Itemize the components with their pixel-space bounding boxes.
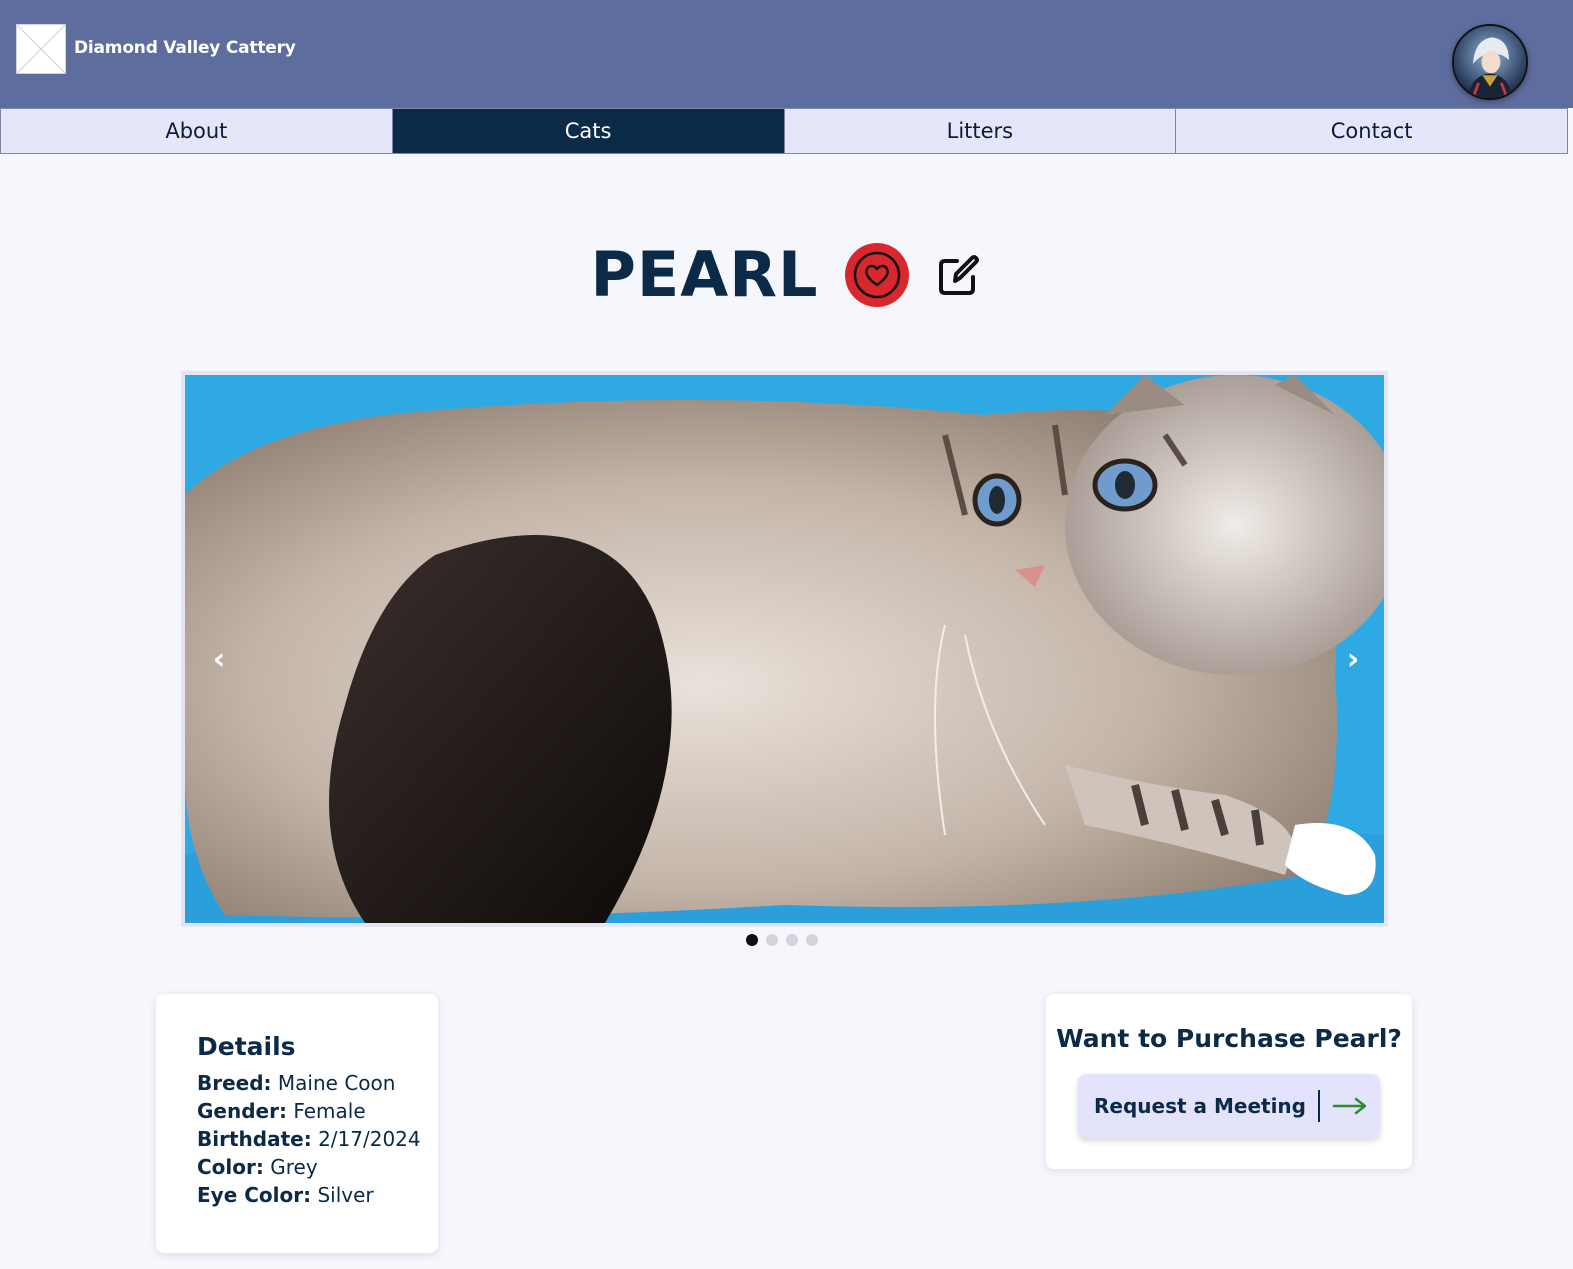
cat-photo <box>185 375 1384 923</box>
carousel-dot[interactable] <box>746 934 758 946</box>
detail-label: Birthdate: <box>197 1127 312 1151</box>
carousel-dot[interactable] <box>806 934 818 946</box>
request-meeting-label: Request a Meeting <box>1094 1094 1306 1118</box>
heart-icon <box>853 251 900 298</box>
detail-value: Maine Coon <box>277 1071 396 1095</box>
site-title[interactable]: Diamond Valley Cattery <box>74 38 296 58</box>
request-meeting-button[interactable]: Request a Meeting <box>1078 1074 1380 1138</box>
user-avatar[interactable] <box>1452 24 1528 100</box>
button-divider <box>1317 1090 1320 1122</box>
favorite-button[interactable] <box>844 242 909 307</box>
cat-title-row: PEARL <box>0 238 1573 311</box>
tab-contact[interactable]: Contact <box>1176 109 1567 153</box>
tab-about[interactable]: About <box>1 109 393 153</box>
detail-label: Breed: <box>197 1071 272 1095</box>
arrow-right-icon <box>1332 1096 1368 1116</box>
main-nav: About Cats Litters Contact <box>0 108 1568 154</box>
purchase-title: Want to Purchase Pearl? <box>1056 1024 1402 1053</box>
carousel-indicators <box>746 934 818 946</box>
detail-eye-color: Eye Color: Silver <box>197 1181 438 1209</box>
details-card: Details Breed: Maine Coon Gender: Female… <box>156 994 438 1253</box>
edit-button[interactable] <box>935 251 983 299</box>
chevron-left-icon[interactable]: ‹ <box>207 645 231 675</box>
tab-litters[interactable]: Litters <box>784 109 1177 153</box>
purchase-card: Want to Purchase Pearl? Request a Meetin… <box>1046 994 1412 1169</box>
site-header: Diamond Valley Cattery <box>0 0 1573 108</box>
detail-birthdate: Birthdate: 2/17/2024 <box>197 1125 438 1153</box>
tab-cats[interactable]: Cats <box>392 109 785 153</box>
photo-carousel[interactable]: ‹ › <box>181 371 1388 927</box>
broken-image-icon[interactable] <box>16 24 66 74</box>
detail-value: Female <box>293 1099 366 1123</box>
carousel-dot[interactable] <box>766 934 778 946</box>
detail-label: Gender: <box>197 1099 287 1123</box>
page-title: PEARL <box>590 238 819 311</box>
detail-label: Color: <box>197 1155 264 1179</box>
detail-breed: Breed: Maine Coon <box>197 1069 438 1097</box>
detail-value: Grey <box>270 1155 318 1179</box>
detail-gender: Gender: Female <box>197 1097 438 1125</box>
detail-label: Eye Color: <box>197 1183 312 1207</box>
detail-value: Silver <box>317 1183 374 1207</box>
chevron-right-icon[interactable]: › <box>1341 645 1365 675</box>
edit-icon <box>938 254 979 295</box>
detail-value: 2/17/2024 <box>318 1127 421 1151</box>
detail-color: Color: Grey <box>197 1153 438 1181</box>
details-title: Details <box>197 1032 296 1061</box>
carousel-dot[interactable] <box>786 934 798 946</box>
